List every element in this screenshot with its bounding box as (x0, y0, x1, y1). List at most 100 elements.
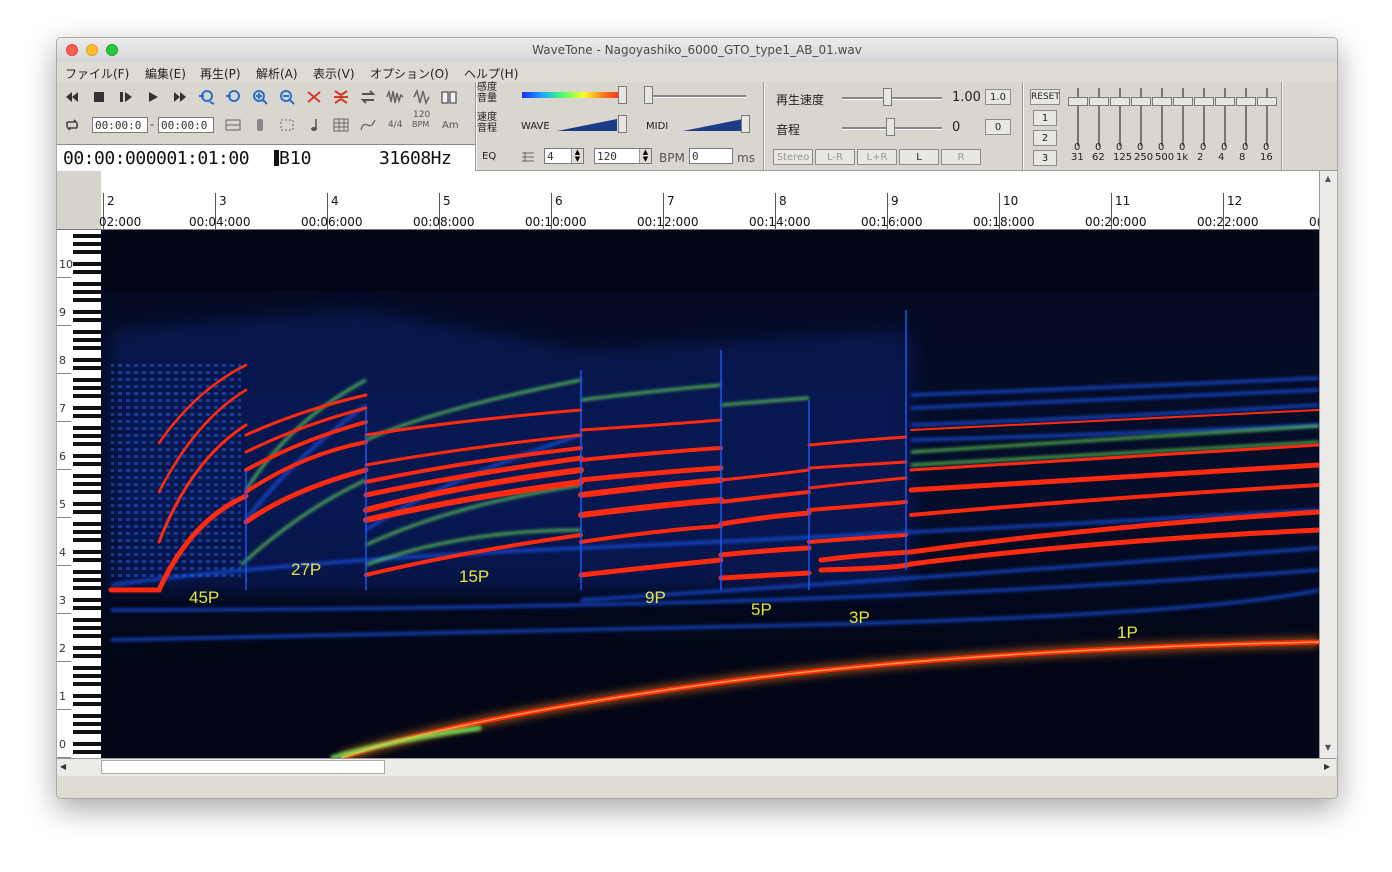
black-key[interactable] (73, 510, 101, 514)
selection-start-field[interactable]: 00:00:0 (92, 117, 148, 133)
black-key[interactable] (73, 550, 101, 554)
selection-end-field[interactable]: 00:00:0 (158, 117, 214, 133)
black-key[interactable] (73, 694, 101, 698)
channel-l-plus-r-button[interactable]: L+R (857, 149, 897, 165)
black-key[interactable] (73, 482, 101, 486)
playback-speed-reset-button[interactable]: 1.0 (985, 89, 1011, 105)
scroll-right-icon[interactable]: ▶ (1324, 762, 1334, 772)
stop-icon[interactable] (90, 88, 108, 106)
black-key[interactable] (73, 570, 101, 574)
black-key[interactable] (73, 586, 101, 590)
spectrogram-view[interactable]: 45P 27P 15P 9P 5P 3P 1P (101, 230, 1319, 758)
list-icon[interactable] (519, 148, 537, 166)
eq-slider-thumb[interactable] (1215, 97, 1235, 106)
tempo-spinner[interactable]: ▲ ▼ (639, 149, 651, 163)
eq-slider-thumb[interactable] (1194, 97, 1214, 106)
black-key[interactable] (73, 462, 101, 466)
menu-play[interactable]: 再生(P) (200, 65, 241, 82)
black-key[interactable] (73, 270, 101, 274)
horizontal-scrollbar[interactable]: ◀ ▶ (57, 758, 1336, 776)
eq-slider-thumb[interactable] (1236, 97, 1256, 106)
black-key[interactable] (73, 606, 101, 610)
black-key[interactable] (73, 522, 101, 526)
black-key[interactable] (73, 290, 101, 294)
eq-preset-2-button[interactable]: 2 (1033, 130, 1057, 146)
black-key[interactable] (73, 250, 101, 254)
scroll-down-icon[interactable]: ▼ (1322, 743, 1334, 755)
black-key[interactable] (73, 454, 101, 458)
zoom-out-horizontal-icon[interactable] (224, 88, 242, 106)
bpm-button-bottom[interactable]: BPM (412, 121, 429, 129)
black-key[interactable] (73, 434, 101, 438)
black-key[interactable] (73, 318, 101, 322)
black-key[interactable] (73, 262, 101, 266)
channel-stereo-button[interactable]: Stereo (773, 149, 813, 165)
black-key[interactable] (73, 750, 101, 754)
black-key[interactable] (73, 394, 101, 398)
black-key[interactable] (73, 298, 101, 302)
wave-slider-thumb[interactable] (618, 115, 627, 133)
black-key[interactable] (73, 242, 101, 246)
expand-time-icon[interactable] (332, 88, 350, 106)
eq-slider-thumb[interactable] (1257, 97, 1277, 106)
black-key[interactable] (73, 666, 101, 670)
time-ruler[interactable]: 2 3 4 5 6 7 8 9 10 11 12 02:000 00:04:000 00:06:000 00… (99, 171, 1321, 230)
wave-display-icon[interactable] (413, 88, 431, 106)
black-key[interactable] (73, 538, 101, 542)
zoom-in-horizontal-icon[interactable] (197, 88, 215, 106)
loop-icon[interactable] (63, 116, 81, 134)
fast-forward-icon[interactable] (171, 88, 189, 106)
eq-slider-thumb[interactable] (1110, 97, 1130, 106)
pause-play-icon[interactable] (117, 88, 135, 106)
pitch-thumb[interactable] (886, 118, 895, 136)
midi-slider-thumb[interactable] (741, 115, 750, 133)
beats-spinner[interactable]: ▲ ▼ (571, 149, 583, 163)
note-icon[interactable] (305, 116, 323, 134)
menu-file[interactable]: ファイル(F) (65, 65, 129, 82)
menu-help[interactable]: ヘルプ(H) (464, 65, 518, 82)
black-key[interactable] (73, 366, 101, 370)
black-key[interactable] (73, 358, 101, 362)
channel-l-button[interactable]: L (899, 149, 939, 165)
meter-button[interactable]: 4/4 (388, 120, 402, 130)
black-key[interactable] (73, 646, 101, 650)
horizontal-scroll-thumb[interactable] (101, 760, 385, 774)
black-key[interactable] (73, 722, 101, 726)
channel-r-button[interactable]: R (941, 149, 981, 165)
eq-slider-thumb[interactable] (1173, 97, 1193, 106)
channel-l-minus-r-button[interactable]: L-R (815, 149, 855, 165)
scroll-up-icon[interactable]: ▲ (1322, 174, 1334, 186)
black-key[interactable] (73, 682, 101, 686)
zoom-out-vertical-icon[interactable] (278, 88, 296, 106)
eq-preset-1-button[interactable]: 1 (1033, 110, 1057, 126)
grid-icon[interactable] (332, 116, 350, 134)
black-key[interactable] (73, 414, 101, 418)
black-key[interactable] (73, 634, 101, 638)
black-key[interactable] (73, 378, 101, 382)
pencil-icon[interactable] (251, 116, 269, 134)
menu-options[interactable]: オプション(O) (370, 65, 449, 82)
curve-icon[interactable] (359, 116, 377, 134)
rewind-icon[interactable] (63, 88, 81, 106)
black-key[interactable] (73, 502, 101, 506)
black-key[interactable] (73, 310, 101, 314)
black-key[interactable] (73, 282, 101, 286)
key-button[interactable]: Am (442, 120, 459, 131)
black-key[interactable] (73, 626, 101, 630)
select-rect-icon[interactable] (278, 116, 296, 134)
black-key[interactable] (73, 330, 101, 334)
menu-analyze[interactable]: 解析(A) (256, 65, 298, 82)
volume-slider-track[interactable] (644, 95, 746, 98)
black-key[interactable] (73, 442, 101, 446)
pitch-reset-button[interactable]: 0 (985, 119, 1011, 135)
zoom-in-vertical-icon[interactable] (251, 88, 269, 106)
volume-slider-thumb[interactable] (644, 86, 653, 104)
offset-ms-field[interactable]: 0 (689, 148, 733, 164)
eq-preset-3-button[interactable]: 3 (1033, 150, 1057, 166)
vertical-scrollbar[interactable]: ▲ ▼ (1319, 171, 1337, 758)
eq-slider-thumb[interactable] (1131, 97, 1151, 106)
wave-level-ramp[interactable] (557, 118, 619, 132)
eq-slider-thumb[interactable] (1068, 97, 1088, 106)
black-key[interactable] (73, 730, 101, 734)
playback-speed-thumb[interactable] (883, 88, 892, 106)
